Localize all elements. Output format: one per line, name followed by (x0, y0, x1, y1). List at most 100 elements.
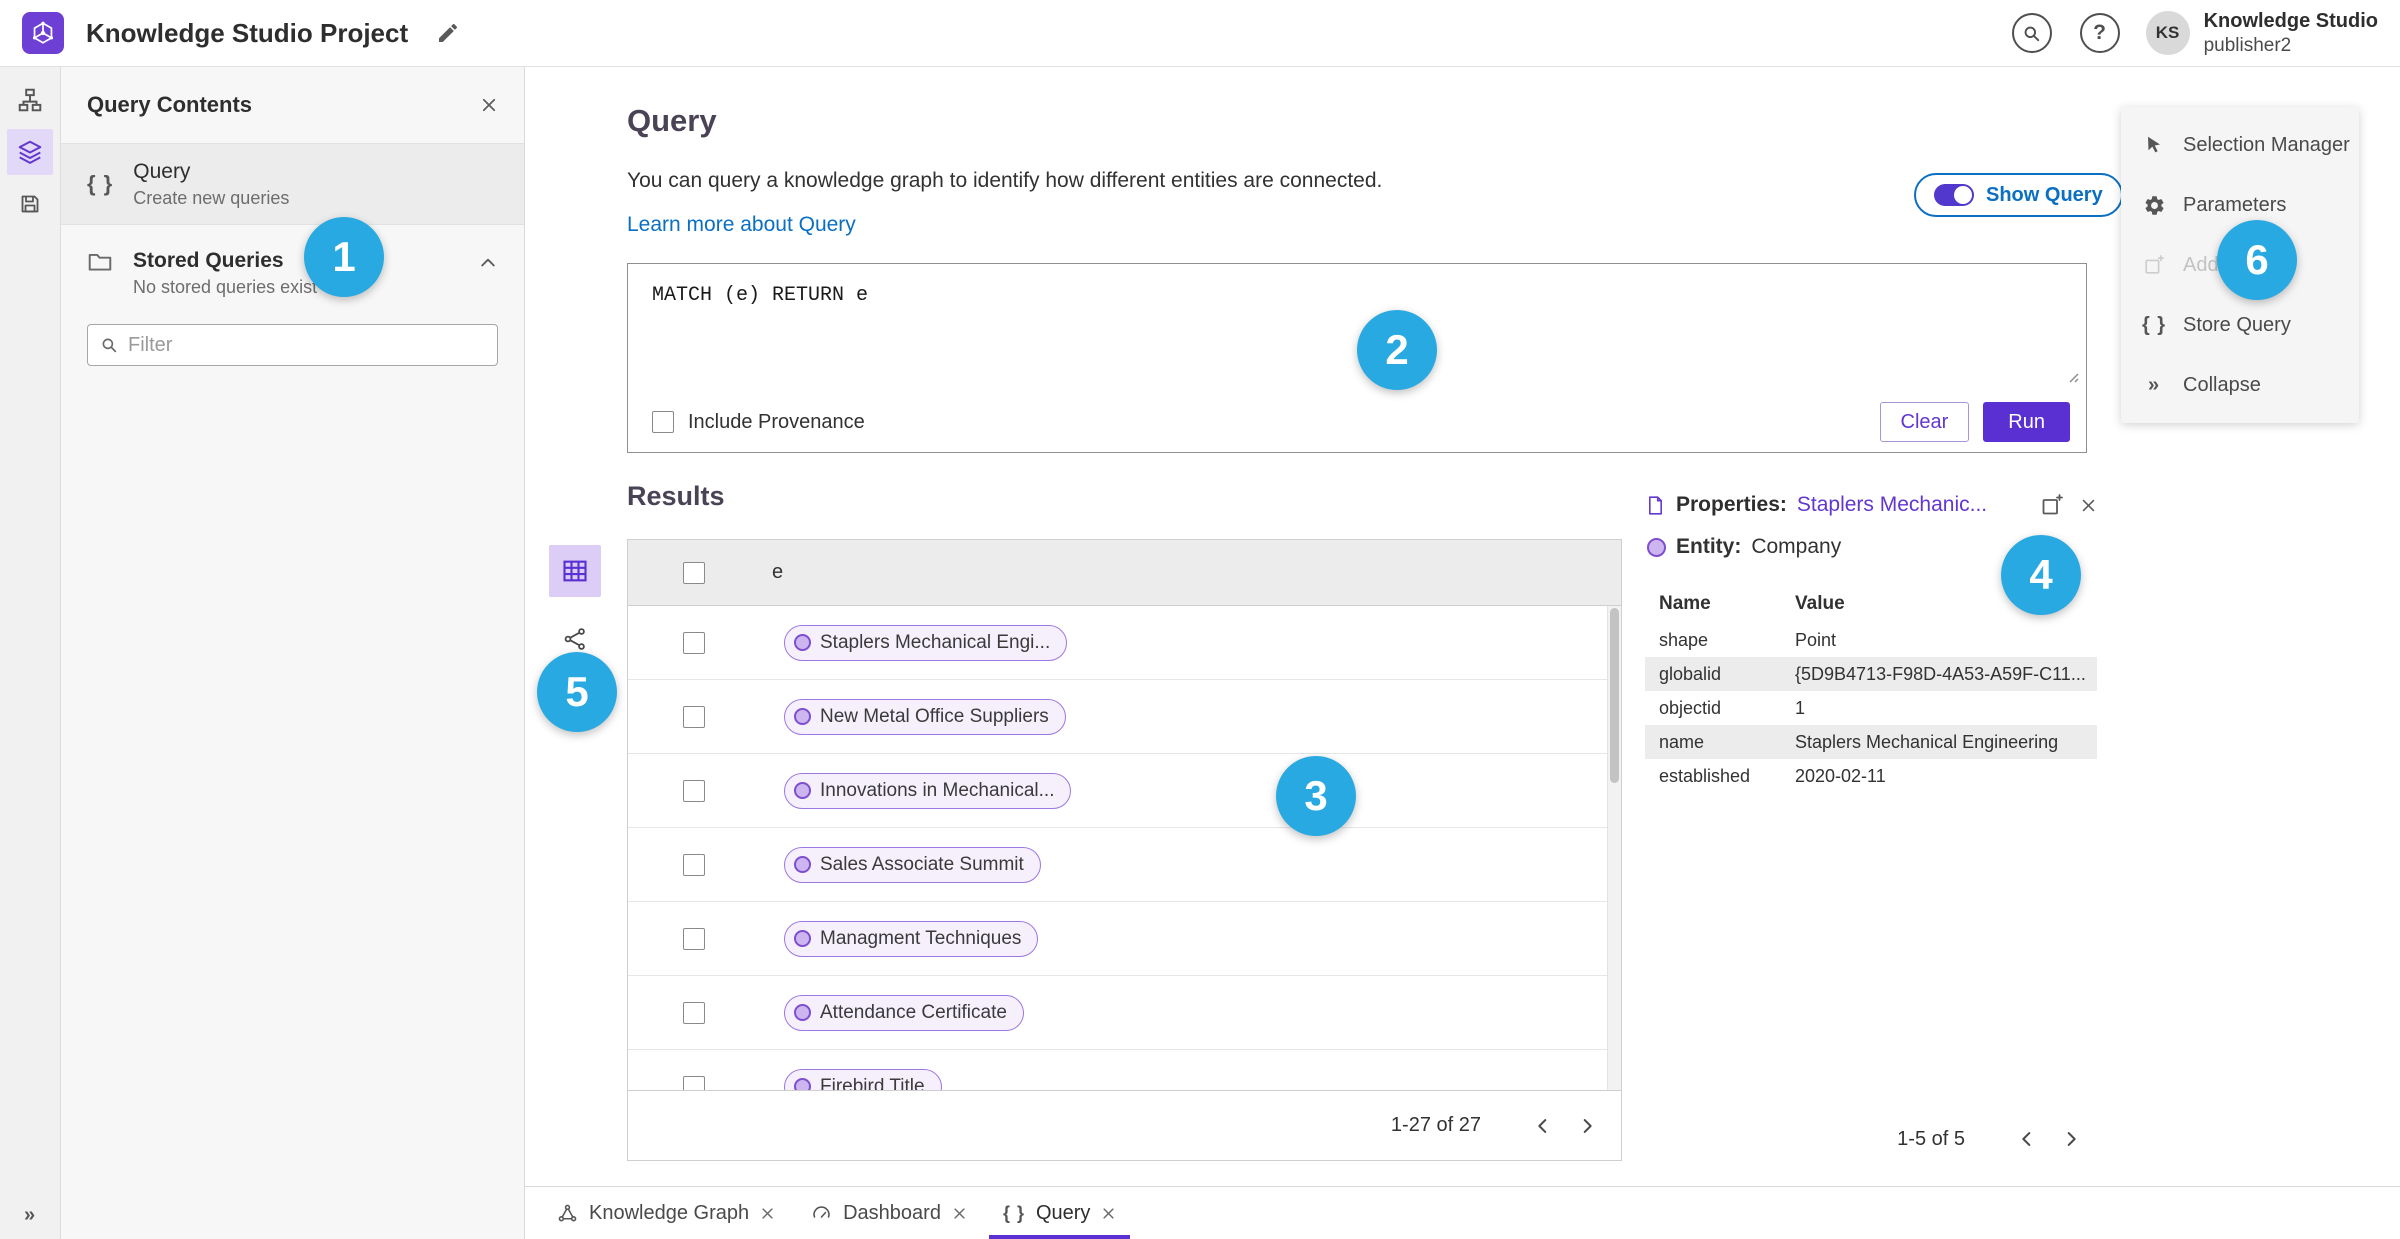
close-tab-button[interactable] (1101, 1206, 1116, 1221)
property-name: name (1659, 731, 1705, 752)
include-provenance-label: Include Provenance (688, 410, 865, 433)
edit-title-button[interactable] (428, 13, 468, 53)
help-button[interactable]: ? (2079, 13, 2120, 53)
scrollbar-thumb[interactable] (1610, 608, 1619, 783)
row-checkbox[interactable] (683, 853, 705, 876)
collapse-stored-queries-button[interactable] (478, 253, 498, 273)
braces-icon: { } (2141, 314, 2167, 336)
collapse-item[interactable]: » Collapse (2121, 355, 2359, 415)
property-value: 1 (1795, 697, 1806, 718)
properties-icon (1645, 495, 1666, 516)
table-row[interactable]: Sales Associate Summit (628, 828, 1621, 902)
tool-label: Collapse (2183, 373, 2261, 396)
property-name: objectid (1659, 697, 1722, 718)
expand-rail-button[interactable]: » (24, 1199, 36, 1225)
next-page-button[interactable] (2049, 1117, 2093, 1161)
search-button[interactable] (2011, 13, 2052, 53)
row-checkbox[interactable] (683, 927, 705, 950)
entity-chip[interactable]: New Metal Office Suppliers (784, 698, 1066, 735)
close-properties-button[interactable] (2080, 497, 2097, 514)
entity-chip[interactable]: Managment Techniques (784, 920, 1039, 957)
entity-dot-icon (1647, 537, 1666, 557)
entity-chip-label: New Metal Office Suppliers (820, 705, 1049, 727)
query-item-sublabel: Create new queries (133, 187, 290, 208)
table-row[interactable]: Firebird Title (628, 1050, 1621, 1090)
account-name: Knowledge Studio (2203, 9, 2378, 32)
entity-dot-icon (794, 634, 811, 651)
close-tab-button[interactable] (760, 1206, 775, 1221)
previous-page-button[interactable] (1521, 1104, 1565, 1148)
pagination-range: 1-5 of 5 (1897, 1127, 1965, 1150)
entity-dot-icon (794, 1004, 811, 1021)
add-to-map-icon (2042, 494, 2063, 515)
learn-more-link[interactable]: Learn more about Query (627, 213, 856, 237)
results-pagination: 1-27 of 27 (628, 1090, 1621, 1160)
row-checkbox[interactable] (683, 779, 705, 802)
table-row[interactable]: New Metal Office Suppliers (628, 680, 1621, 754)
results-title: Results (627, 481, 725, 511)
entity-chip-label: Innovations in Mechanical... (820, 779, 1055, 801)
entity-chip-label: Managment Techniques (820, 927, 1022, 949)
row-checkbox[interactable] (683, 705, 705, 728)
run-button[interactable]: Run (1983, 402, 2070, 442)
entity-chip[interactable]: Attendance Certificate (784, 994, 1024, 1031)
entity-chip[interactable]: Staplers Mechanical Engi... (784, 624, 1068, 661)
sidebar-item-save[interactable] (7, 181, 53, 227)
table-view-button[interactable] (549, 545, 601, 597)
page-title: Query (627, 103, 717, 138)
row-checkbox[interactable] (683, 1001, 705, 1024)
tab-query[interactable]: { } Query (985, 1187, 1134, 1239)
properties-table: Name Value shape Point globalid {5D9B471… (1645, 585, 2097, 793)
close-panel-button[interactable] (480, 96, 498, 114)
tab-dashboard[interactable]: Dashboard (793, 1187, 985, 1239)
close-tab-button[interactable] (952, 1206, 967, 1221)
query-text-input[interactable]: MATCH (e) RETURN e (628, 264, 2086, 327)
row-checkbox[interactable] (683, 631, 705, 654)
add-to-map-button[interactable] (2040, 493, 2064, 517)
entity-chip[interactable]: Innovations in Mechanical... (784, 772, 1072, 809)
resize-handle[interactable] (2064, 368, 2080, 384)
table-row[interactable]: Staplers Mechanical Engi... (628, 606, 1621, 680)
property-row: objectid 1 (1645, 691, 2097, 725)
select-all-checkbox[interactable] (683, 561, 705, 584)
annotation-badge-4: 4 (2001, 535, 2081, 615)
avatar[interactable]: KS (2145, 11, 2190, 55)
show-query-toggle[interactable]: Show Query (1914, 173, 2123, 217)
query-description: You can query a knowledge graph to ident… (627, 169, 1383, 192)
stored-queries-section[interactable]: Stored Queries No stored queries exist (61, 225, 524, 306)
previous-page-button[interactable] (2005, 1117, 2049, 1161)
tab-knowledge-graph[interactable]: Knowledge Graph (539, 1187, 793, 1239)
selected-entity-link[interactable]: Staplers Mechanic... (1797, 493, 1987, 517)
row-checkbox[interactable] (683, 1075, 705, 1090)
clear-button[interactable]: Clear (1879, 402, 1970, 442)
results-view-switcher (549, 545, 601, 665)
selection-manager-item[interactable]: Selection Manager (2121, 115, 2359, 175)
sidebar-item-catalog[interactable] (7, 77, 53, 123)
property-name: shape (1659, 629, 1709, 650)
tool-label: Store Query (2183, 313, 2291, 336)
pencil-icon (439, 23, 458, 42)
include-provenance-checkbox[interactable] (652, 411, 674, 433)
name-column-header: Name (1659, 593, 1711, 614)
store-query-item[interactable]: { } Store Query (2121, 295, 2359, 355)
entity-dot-icon (794, 1078, 811, 1090)
next-page-button[interactable] (1565, 1104, 1609, 1148)
table-row[interactable]: Attendance Certificate (628, 976, 1621, 1050)
query-contents-header: Query Contents (61, 67, 524, 143)
scrollbar-track[interactable] (1607, 606, 1621, 1090)
tab-label: Query (1035, 1201, 1091, 1224)
bottom-tab-bar: Knowledge Graph Dashboard { } Query (525, 1186, 2400, 1239)
entity-label: Entity: (1676, 535, 1742, 558)
project-title: Knowledge Studio Project (86, 17, 409, 48)
entity-chip[interactable]: Sales Associate Summit (784, 846, 1041, 883)
sidebar-item-contents[interactable] (7, 129, 53, 175)
entity-chip[interactable]: Firebird Title (784, 1068, 942, 1090)
query-contents-item-query[interactable]: { } Query Create new queries (61, 143, 524, 225)
property-name: established (1659, 765, 1751, 786)
table-row[interactable]: Innovations in Mechanical... (628, 754, 1621, 828)
show-query-label: Show Query (1986, 183, 2103, 206)
close-icon (2082, 499, 2095, 511)
entity-type: Company (1751, 535, 1842, 558)
table-row[interactable]: Managment Techniques (628, 902, 1621, 976)
filter-input[interactable] (128, 333, 485, 357)
